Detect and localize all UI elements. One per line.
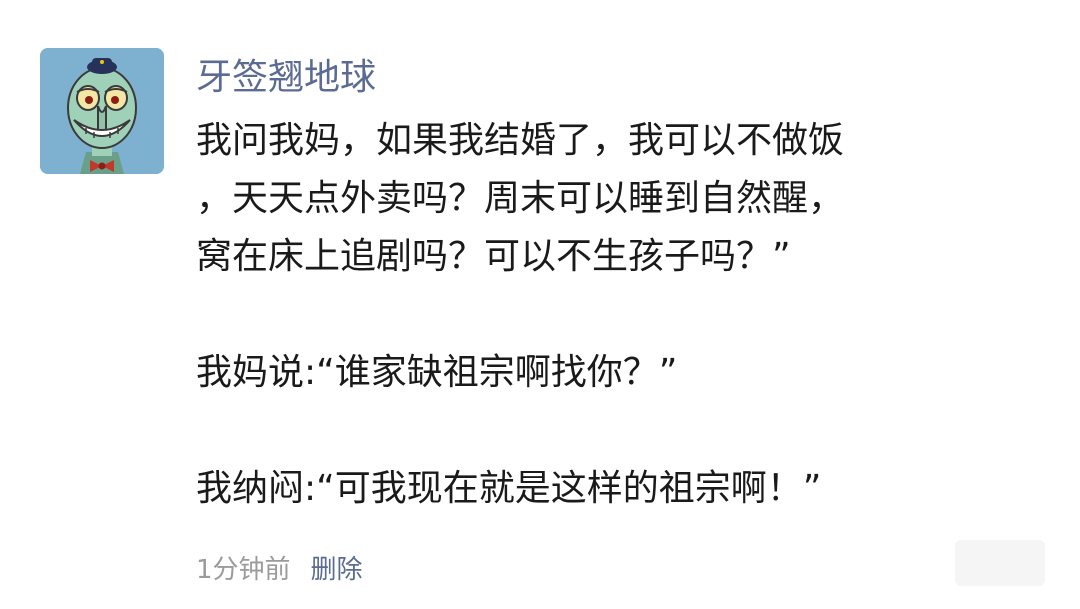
author-nickname[interactable]: 牙签翘地球 <box>196 53 376 103</box>
post-text-line: 我妈说:“谁家缺祖宗啊找你？” <box>196 352 678 393</box>
post-text-line: 我纳闷:“可我现在就是这样的祖宗啊！” <box>196 468 822 509</box>
author-avatar[interactable] <box>40 48 164 174</box>
delete-button[interactable]: 删除 <box>311 555 363 585</box>
post-content: 我问我妈，如果我结婚了，我可以不做饭 ，天天点外卖吗？周末可以睡到自然醒， 窝在… <box>196 112 976 518</box>
post-timestamp: 1分钟前 <box>196 555 291 585</box>
post-meta: 1分钟前 删除 <box>196 548 363 592</box>
comment-action-area[interactable] <box>955 540 1045 586</box>
post-text-line: 窝在床上追剧吗？可以不生孩子吗？” <box>196 236 791 277</box>
squidward-avatar-icon <box>40 48 164 174</box>
moment-post: 牙签翘地球 我问我妈，如果我结婚了，我可以不做饭 ，天天点外卖吗？周末可以睡到自… <box>0 0 1080 609</box>
post-text-line: ，天天点外卖吗？周末可以睡到自然醒， <box>196 178 845 219</box>
post-text-line: 我问我妈，如果我结婚了，我可以不做饭 <box>196 120 845 161</box>
